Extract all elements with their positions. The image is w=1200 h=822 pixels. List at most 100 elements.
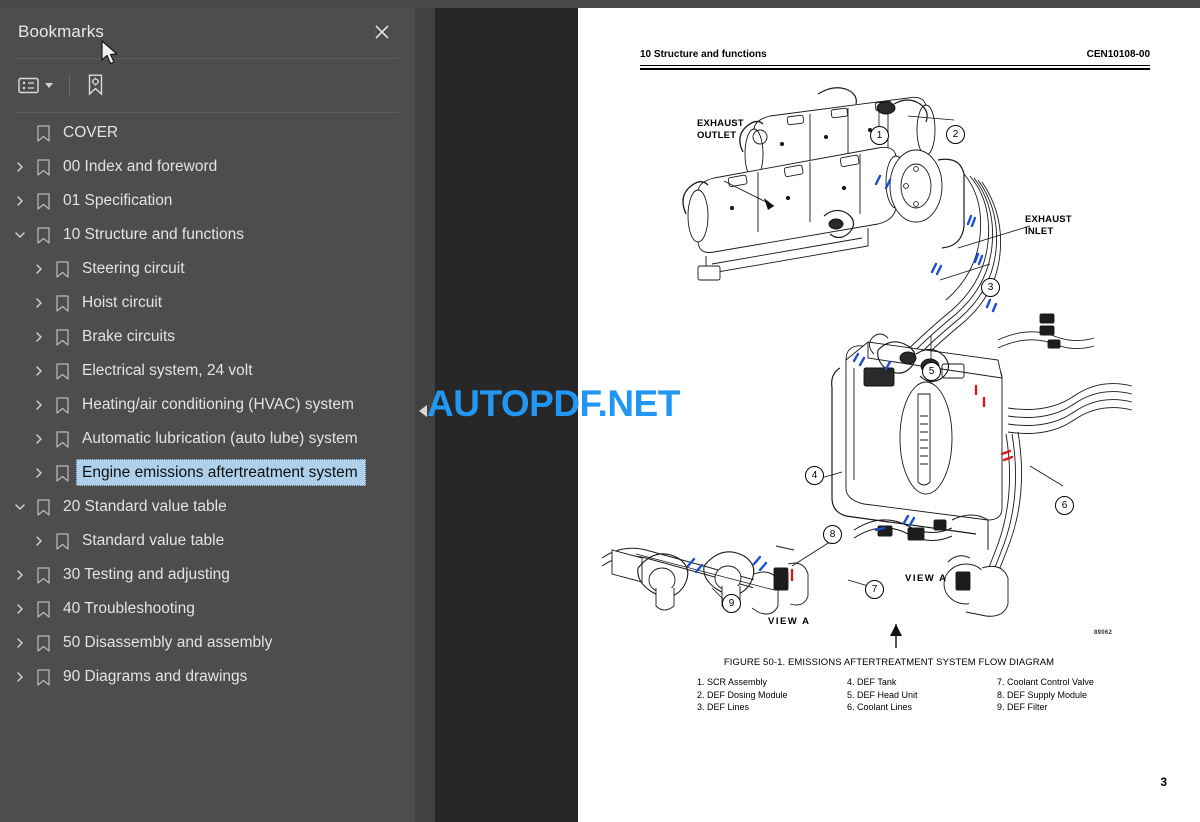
legend-item: 3. DEF Lines (697, 702, 750, 713)
legend-item: 7. Coolant Control Valve (997, 677, 1094, 687)
bookmarks-panel-title: Bookmarks (18, 22, 104, 41)
bookmark-item-label: 10 Structure and functions (63, 226, 244, 243)
list-options-icon[interactable] (18, 77, 53, 94)
bookmark-icon (32, 156, 54, 178)
bookmark-icon (51, 428, 73, 450)
page-header: 10 Structure and functions CEN10108-00 (640, 49, 1150, 60)
bookmarks-header: Bookmarks (0, 8, 415, 56)
legend-column-1: 1. SCR Assembly 2. DEF Dosing Module 3. … (697, 676, 847, 714)
callout-4: 4 (805, 466, 824, 485)
bookmark-item[interactable]: Engine emissions aftertreatment system (0, 456, 415, 490)
close-icon[interactable] (371, 21, 393, 43)
bookmark-settings-icon[interactable] (86, 74, 105, 96)
bookmark-icon (51, 258, 73, 280)
bookmark-item[interactable]: 30 Testing and adjusting (0, 558, 415, 592)
chevron-down-icon[interactable] (45, 82, 53, 88)
chevron-right-icon[interactable] (29, 395, 49, 415)
toolbar-divider (69, 74, 70, 96)
chevron-right-icon[interactable] (29, 293, 49, 313)
chevron-right-icon[interactable] (29, 259, 49, 279)
bookmark-item[interactable]: Automatic lubrication (auto lube) system (0, 422, 415, 456)
bookmark-item[interactable]: 10 Structure and functions (0, 218, 415, 252)
bookmark-item[interactable]: Electrical system, 24 volt (0, 354, 415, 388)
bookmark-icon (32, 598, 54, 620)
bookmark-icon (51, 530, 73, 552)
chevron-right-icon[interactable] (10, 633, 30, 653)
bookmark-item[interactable]: 50 Disassembly and assembly (0, 626, 415, 660)
bookmark-item-label: 01 Specification (63, 192, 173, 209)
chevron-down-icon[interactable] (10, 225, 30, 245)
watermark-text: AUTOPDF.NET (427, 383, 680, 424)
exhaust-outlet-label: EXHAUST OUTLET (697, 118, 744, 141)
drawing-number: 89062 (1094, 630, 1113, 636)
bookmark-item[interactable]: 01 Specification (0, 184, 415, 218)
bookmarks-sidebar: Bookmarks COVER 00 Index and foreword 01… (0, 8, 415, 822)
legend-item: 2. DEF Dosing Module (697, 689, 788, 700)
bookmark-item-label: 00 Index and foreword (63, 158, 218, 175)
bookmark-tree: COVER 00 Index and foreword 01 Specificati… (0, 116, 415, 694)
bookmarks-toolbar (0, 60, 415, 110)
legend-item: 8. DEF Supply Module (997, 689, 1088, 700)
bookmark-item-label: Heating/air conditioning (HVAC) system (82, 396, 354, 413)
bookmark-icon (51, 462, 73, 484)
bookmark-item[interactable]: 40 Troubleshooting (0, 592, 415, 626)
chevron-right-icon[interactable] (10, 667, 30, 687)
chevron-right-icon[interactable] (10, 599, 30, 619)
bookmark-item-label: 50 Disassembly and assembly (63, 634, 273, 651)
chevron-right-icon[interactable] (10, 157, 30, 177)
legend-item: 9. DEF Filter (997, 702, 1048, 713)
legend-item: 6. Coolant Lines (847, 702, 913, 713)
bookmark-item-label: 30 Testing and adjusting (63, 566, 230, 583)
chevron-right-icon (10, 123, 30, 143)
figure-caption: FIGURE 50-1. EMISSIONS AFTERTREATMENT SY… (723, 657, 1055, 668)
bookmark-item-label: Engine emissions aftertreatment system (82, 464, 358, 481)
bookmark-icon (51, 292, 73, 314)
header-divider (16, 58, 399, 59)
bookmark-icon (32, 632, 54, 654)
watermark-arrow-icon (419, 405, 427, 417)
bookmark-icon (51, 326, 73, 348)
chevron-right-icon[interactable] (29, 327, 49, 347)
legend-item: 4. DEF Tank (847, 677, 897, 687)
bookmark-item[interactable]: Brake circuits (0, 320, 415, 354)
chevron-right-icon[interactable] (29, 361, 49, 381)
callout-5: 5 (922, 362, 941, 381)
chevron-right-icon[interactable] (10, 565, 30, 585)
bookmark-item[interactable]: Steering circuit (0, 252, 415, 286)
callout-3: 3 (981, 278, 1000, 297)
callout-1: 1 (870, 126, 889, 145)
bookmark-icon (32, 666, 54, 688)
page-number: 3 (1160, 775, 1167, 789)
bookmark-item-label: COVER (63, 124, 119, 141)
bookmark-item[interactable]: 20 Standard value table (0, 490, 415, 524)
bookmark-item-label: 90 Diagrams and drawings (63, 668, 248, 685)
chevron-right-icon[interactable] (29, 531, 49, 551)
bookmark-item[interactable]: 00 Index and foreword (0, 150, 415, 184)
figure-legend: 1. SCR Assembly 2. DEF Dosing Module 3. … (697, 676, 1117, 714)
chevron-down-icon[interactable] (10, 497, 30, 517)
bookmark-item-label: Hoist circuit (82, 294, 163, 311)
toolbar-divider-bottom (16, 112, 399, 113)
header-rule-thin (640, 65, 1150, 66)
bookmark-item[interactable]: Standard value table (0, 524, 415, 558)
chevron-right-icon[interactable] (29, 463, 49, 483)
bookmark-icon (32, 564, 54, 586)
legend-item: 1. SCR Assembly (697, 677, 768, 687)
bookmark-icon (32, 224, 54, 246)
pdf-viewer-window: Bookmarks COVER 00 Index and foreword 01… (0, 0, 1200, 822)
bookmark-item[interactable]: Hoist circuit (0, 286, 415, 320)
bookmark-icon (32, 122, 54, 144)
bookmark-item-label: 40 Troubleshooting (63, 600, 195, 617)
bookmark-item-label: Steering circuit (82, 260, 185, 277)
bookmark-icon (51, 394, 73, 416)
bookmark-icon (32, 190, 54, 212)
bookmark-item[interactable]: COVER (0, 116, 415, 150)
bookmark-icon (32, 496, 54, 518)
bookmark-item[interactable]: 90 Diagrams and drawings (0, 660, 415, 694)
bookmark-icon (51, 360, 73, 382)
bookmark-item[interactable]: Heating/air conditioning (HVAC) system (0, 388, 415, 422)
callout-7: 7 (865, 580, 884, 599)
chevron-right-icon[interactable] (10, 191, 30, 211)
chevron-right-icon[interactable] (29, 429, 49, 449)
bookmark-item-label: Brake circuits (82, 328, 176, 345)
